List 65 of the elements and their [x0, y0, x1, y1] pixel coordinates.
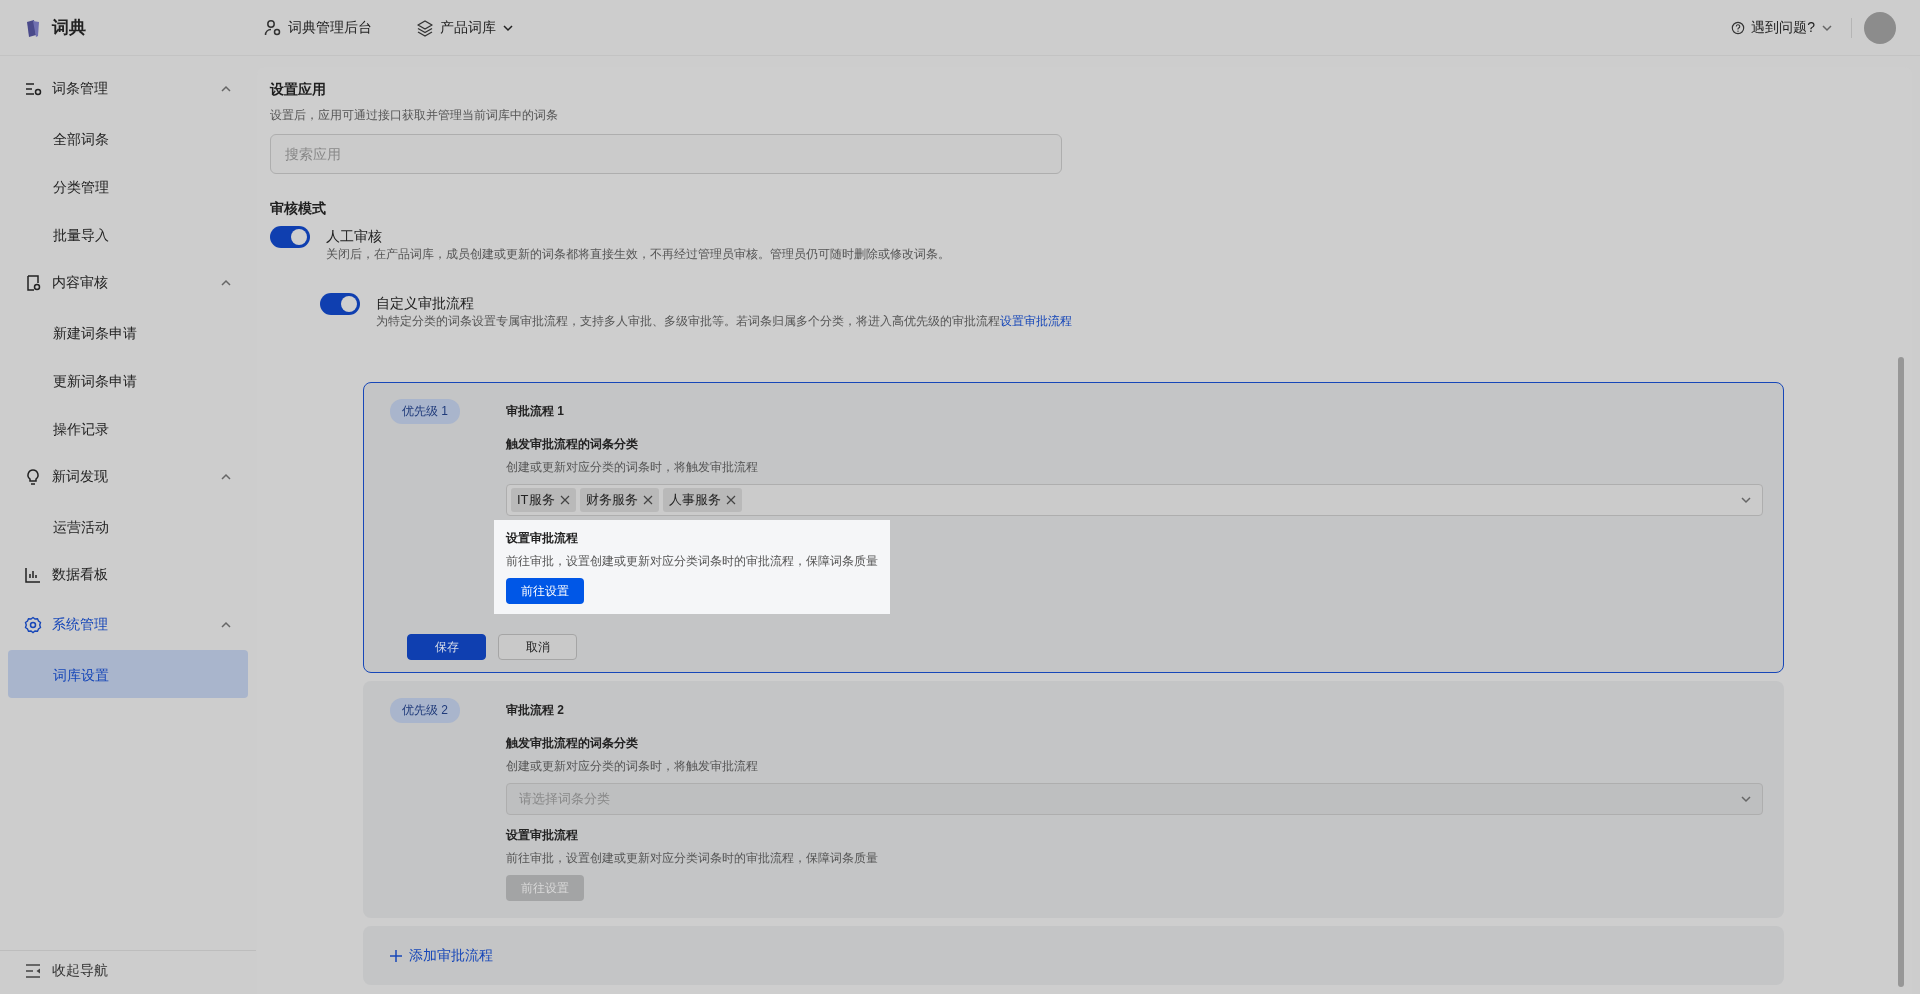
- priority-badge: 优先级 2: [390, 698, 460, 723]
- collapse-menu-icon: [24, 961, 42, 980]
- close-icon[interactable]: [559, 495, 570, 505]
- sidebar-item[interactable]: 词库设置: [8, 650, 248, 698]
- sidebar-group[interactable]: 词条管理: [0, 64, 256, 114]
- toggle-description: 关闭后，在产品词库，成员创建或更新的词条都将直接生效，不再经过管理员审核。管理员仍可随时删除或修改词条。: [326, 246, 951, 263]
- category-select[interactable]: IT服务 财务服务 人事服务: [506, 484, 1763, 516]
- plus-icon: [389, 948, 403, 963]
- setup-flow-link[interactable]: 设置审批流程: [1000, 314, 1072, 328]
- sidebar-item[interactable]: 更新词条申请: [8, 356, 248, 404]
- sidebar-item[interactable]: 分类管理: [8, 162, 248, 210]
- document-search-icon: [24, 274, 42, 292]
- bar-chart-icon: [24, 566, 42, 584]
- list-gear-icon: [24, 80, 42, 98]
- sidebar-item[interactable]: 操作记录: [8, 404, 248, 452]
- dropdown-icon: [1740, 793, 1752, 805]
- sidebar-item[interactable]: 新建词条申请: [8, 308, 248, 356]
- user-gear-icon: [264, 18, 282, 37]
- sidebar-group[interactable]: 新词发现: [0, 452, 256, 502]
- category-tag: 人事服务: [662, 488, 742, 512]
- sidebar-group[interactable]: 内容审核: [0, 258, 256, 308]
- sidebar-group[interactable]: 系统管理: [0, 600, 256, 650]
- flow-title: 审批流程 2: [506, 702, 565, 719]
- toggle-label: 自定义审批流程: [376, 295, 474, 313]
- help-icon: [1731, 20, 1746, 35]
- sidebar-group[interactable]: 数据看板: [0, 550, 256, 600]
- field-description: 前往审批，设置创建或更新对应分类词条时的审批流程，保障词条质量: [506, 850, 878, 867]
- close-icon[interactable]: [725, 495, 736, 505]
- toggle-switch[interactable]: [270, 226, 310, 248]
- field-description: 前往审批，设置创建或更新对应分类词条时的审批流程，保障词条质量: [506, 553, 878, 570]
- category-tag: 财务服务: [579, 488, 659, 512]
- lightbulb-icon: [24, 468, 42, 486]
- search-field[interactable]: 搜索应用: [270, 134, 1062, 174]
- go-setup-button[interactable]: 前往设置: [506, 578, 584, 604]
- gear-icon: [24, 616, 42, 634]
- cancel-button[interactable]: 取消: [498, 634, 577, 660]
- field-description: 创建或更新对应分类的词条时，将触发审批流程: [506, 459, 759, 476]
- scrollbar-thumb[interactable]: [1898, 357, 1904, 987]
- field-label: 设置审批流程: [506, 530, 579, 547]
- field-label: 触发审批流程的词条分类: [506, 436, 639, 453]
- help-menu[interactable]: 遇到问题?: [1725, 17, 1839, 38]
- flow-title: 审批流程 1: [506, 403, 565, 420]
- section-title: 设置应用: [270, 81, 327, 99]
- dropdown-icon: [1740, 494, 1752, 506]
- sidebar-item[interactable]: 批量导入: [8, 210, 248, 258]
- toggle-description: 为特定分类的词条设置专属审批流程，支持多人审批、多级审批等。若词条归属多个分类，将进入高优先级的审批流程设置审批流程: [376, 313, 1073, 330]
- nav-link[interactable]: 词典管理后台: [264, 18, 372, 37]
- layers-icon: [416, 18, 434, 37]
- close-icon[interactable]: [642, 495, 653, 505]
- category-tag: IT服务: [511, 488, 576, 512]
- collapse-nav-button[interactable]: 收起导航: [0, 950, 256, 990]
- brand-name: 词典: [52, 17, 86, 39]
- nav-link[interactable]: 产品词库: [416, 18, 514, 37]
- field-label: 设置审批流程: [506, 827, 579, 844]
- sidebar-item[interactable]: 运营活动: [8, 502, 248, 550]
- field-label: 触发审批流程的词条分类: [506, 735, 639, 752]
- sidebar-item[interactable]: 全部词条: [8, 114, 248, 162]
- save-button[interactable]: 保存: [407, 634, 486, 660]
- section-title: 审核模式: [270, 200, 327, 218]
- field-description: 创建或更新对应分类的词条时，将触发审批流程: [506, 758, 759, 775]
- add-flow-button[interactable]: 添加审批流程: [383, 945, 499, 966]
- section-description: 设置后，应用可通过接口获取并管理当前词库中的词条: [270, 107, 559, 124]
- toggle-label: 人工审核: [326, 228, 382, 246]
- priority-badge: 优先级 1: [390, 399, 460, 424]
- toggle-switch[interactable]: [320, 293, 360, 315]
